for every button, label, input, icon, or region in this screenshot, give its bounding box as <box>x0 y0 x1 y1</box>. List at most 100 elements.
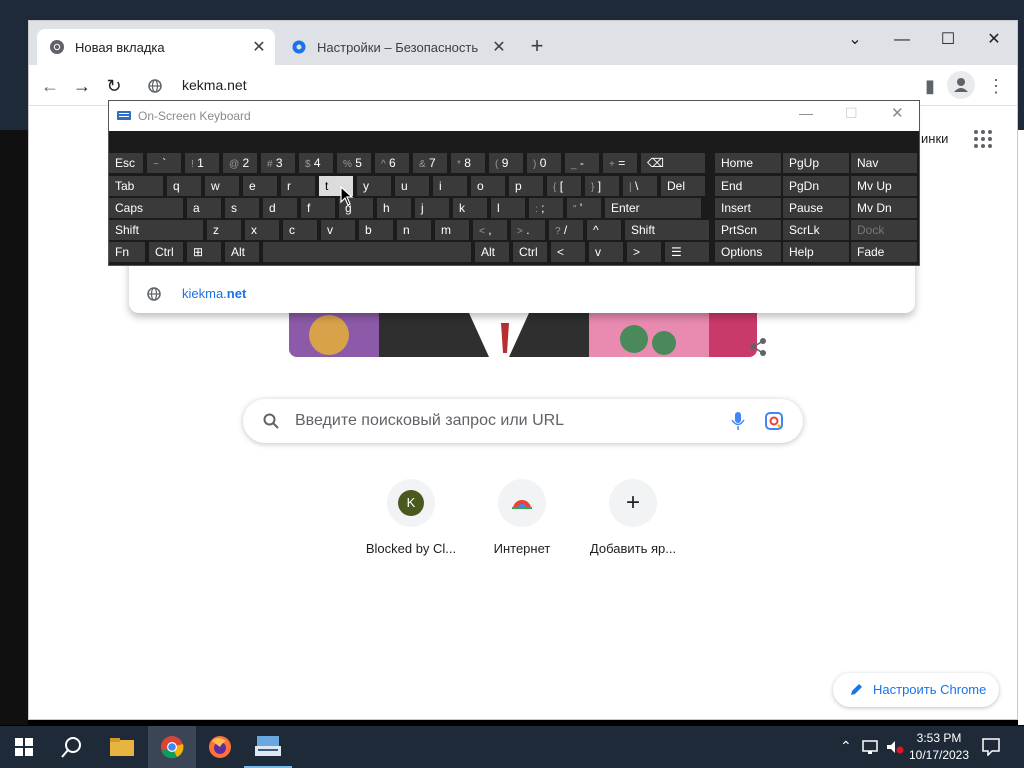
osk-key-j[interactable]: j <box>415 198 449 218</box>
reload-icon[interactable]: ↻ <box>101 73 127 99</box>
osk-key[interactable]: } ] <box>585 176 619 196</box>
osk-key-9[interactable]: ( 9 <box>489 153 523 173</box>
taskbar-search-button[interactable] <box>48 726 96 768</box>
osk-key-0[interactable]: ) 0 <box>527 153 561 173</box>
shortcut-tile[interactable]: Интернет <box>467 479 577 569</box>
share-icon[interactable] <box>747 337 769 359</box>
maximize-button[interactable]: ☐ <box>925 25 971 55</box>
osk-key-space[interactable] <box>263 242 471 262</box>
osk-key-prtscn[interactable]: PrtScn <box>715 220 781 240</box>
osk-key-r[interactable]: r <box>281 176 315 196</box>
address-bar-text[interactable]: kekma.net <box>182 77 247 93</box>
doodle-image[interactable] <box>289 313 757 357</box>
osk-key-end[interactable]: End <box>715 176 781 196</box>
osk-key[interactable]: Esc <box>109 153 143 173</box>
lens-icon[interactable] <box>765 412 783 430</box>
search-box[interactable]: Введите поисковый запрос или URL <box>243 399 803 443</box>
osk-key-pause[interactable]: Pause <box>783 198 849 218</box>
add-shortcut-tile[interactable]: + Добавить яр... <box>578 479 688 569</box>
osk-key-1[interactable]: ! 1 <box>185 153 219 173</box>
osk-key-f[interactable]: f <box>301 198 335 218</box>
osk-key-q[interactable]: q <box>167 176 201 196</box>
notifications-icon[interactable] <box>982 738 1000 756</box>
new-tab-button[interactable]: + <box>525 35 549 59</box>
chrome-taskbar-button[interactable] <box>148 726 196 768</box>
osk-key[interactable]: " ' <box>567 198 601 218</box>
osk-key-scrlk[interactable]: ScrLk <box>783 220 849 240</box>
menu-kebab-icon[interactable]: ⋮ <box>983 73 1009 99</box>
file-explorer-button[interactable] <box>98 726 146 768</box>
clock[interactable]: 3:53 PM 10/17/2023 <box>904 730 974 764</box>
osk-key-i[interactable]: i <box>433 176 467 196</box>
osk-key-5[interactable]: % 5 <box>337 153 371 173</box>
osk-key-mv-dn[interactable]: Mv Dn <box>851 198 917 218</box>
osk-key[interactable]: < <box>551 242 585 262</box>
firefox-taskbar-button[interactable] <box>196 726 244 768</box>
network-icon[interactable] <box>862 740 880 754</box>
osk-key-mv-up[interactable]: Mv Up <box>851 176 917 196</box>
osk-title-bar[interactable]: On-Screen Keyboard — ☐ ✕ <box>109 101 919 131</box>
osk-key[interactable]: Shift <box>109 220 203 240</box>
osk-key-insert[interactable]: Insert <box>715 198 781 218</box>
osk-key-u[interactable]: u <box>395 176 429 196</box>
osk-key-n[interactable]: n <box>397 220 431 240</box>
osk-minimize-button[interactable]: — <box>799 105 813 121</box>
osk-key-s[interactable]: s <box>225 198 259 218</box>
osk-key[interactable]: Caps <box>109 198 183 218</box>
osk-key-v[interactable]: v <box>321 220 355 240</box>
osk-key-home[interactable]: Home <box>715 153 781 173</box>
side-panel-icon[interactable]: ▮ <box>917 73 943 99</box>
tab-search-chevron-icon[interactable]: ⌄ <box>832 25 878 55</box>
osk-key[interactable]: ☰ <box>665 242 709 262</box>
osk-key-help[interactable]: Help <box>783 242 849 262</box>
osk-key[interactable]: Del <box>661 176 705 196</box>
osk-key[interactable]: > . <box>511 220 545 240</box>
osk-key-m[interactable]: m <box>435 220 469 240</box>
osk-key[interactable]: Enter <box>605 198 701 218</box>
osk-key-dock[interactable]: Dock <box>851 220 917 240</box>
customize-chrome-button[interactable]: Настроить Chrome <box>833 673 999 707</box>
osk-key[interactable]: Alt <box>475 242 509 262</box>
osk-key-pgdn[interactable]: PgDn <box>783 176 849 196</box>
volume-muted-icon[interactable] <box>886 740 904 754</box>
osk-key[interactable]: < , <box>473 220 507 240</box>
profile-avatar[interactable] <box>947 71 975 99</box>
osk-key-o[interactable]: o <box>471 176 505 196</box>
osk-key-k[interactable]: k <box>453 198 487 218</box>
back-arrow-icon[interactable]: ← <box>37 73 63 99</box>
tab-new-tab[interactable]: Новая вкладка ✕ <box>37 29 275 65</box>
show-hidden-icons-chevron-icon[interactable]: ⌃ <box>840 738 852 755</box>
osk-key-d[interactable]: d <box>263 198 297 218</box>
osk-key[interactable]: Shift <box>625 220 709 240</box>
forward-arrow-icon[interactable]: → <box>69 73 95 99</box>
suggestion-row[interactable]: kiekma.net <box>129 281 915 307</box>
osk-key[interactable]: Ctrl <box>513 242 547 262</box>
osk-key[interactable]: ? / <box>549 220 583 240</box>
osk-key[interactable]: ⊞ <box>187 242 221 262</box>
osk-key[interactable]: Tab <box>109 176 163 196</box>
osk-key[interactable]: > <box>627 242 661 262</box>
osk-key-nav[interactable]: Nav <box>851 153 917 173</box>
osk-key[interactable]: Ctrl <box>149 242 183 262</box>
osk-key[interactable]: _ - <box>565 153 599 173</box>
osk-key-2[interactable]: @ 2 <box>223 153 257 173</box>
osk-key-z[interactable]: z <box>207 220 241 240</box>
osk-key-w[interactable]: w <box>205 176 239 196</box>
osk-key[interactable]: : ; <box>529 198 563 218</box>
close-tab-icon[interactable]: ✕ <box>489 37 509 57</box>
osk-key[interactable]: Alt <box>225 242 259 262</box>
shortcut-tile[interactable]: K Blocked by Cl... <box>356 479 466 569</box>
minimize-button[interactable]: — <box>879 25 925 55</box>
osk-key-options[interactable]: Options <box>715 242 781 262</box>
osk-key[interactable]: Fn <box>109 242 145 262</box>
osk-key-7[interactable]: & 7 <box>413 153 447 173</box>
osk-key-c[interactable]: c <box>283 220 317 240</box>
osk-key[interactable]: ^ <box>587 220 621 240</box>
apps-grid-icon[interactable] <box>973 129 993 149</box>
microphone-icon[interactable] <box>731 412 745 430</box>
osk-key-4[interactable]: $ 4 <box>299 153 333 173</box>
osk-key-6[interactable]: ^ 6 <box>375 153 409 173</box>
close-tab-icon[interactable]: ✕ <box>249 37 269 57</box>
osk-key-y[interactable]: y <box>357 176 391 196</box>
tab-settings-security[interactable]: Настройки – Безопасность ✕ <box>279 29 515 65</box>
